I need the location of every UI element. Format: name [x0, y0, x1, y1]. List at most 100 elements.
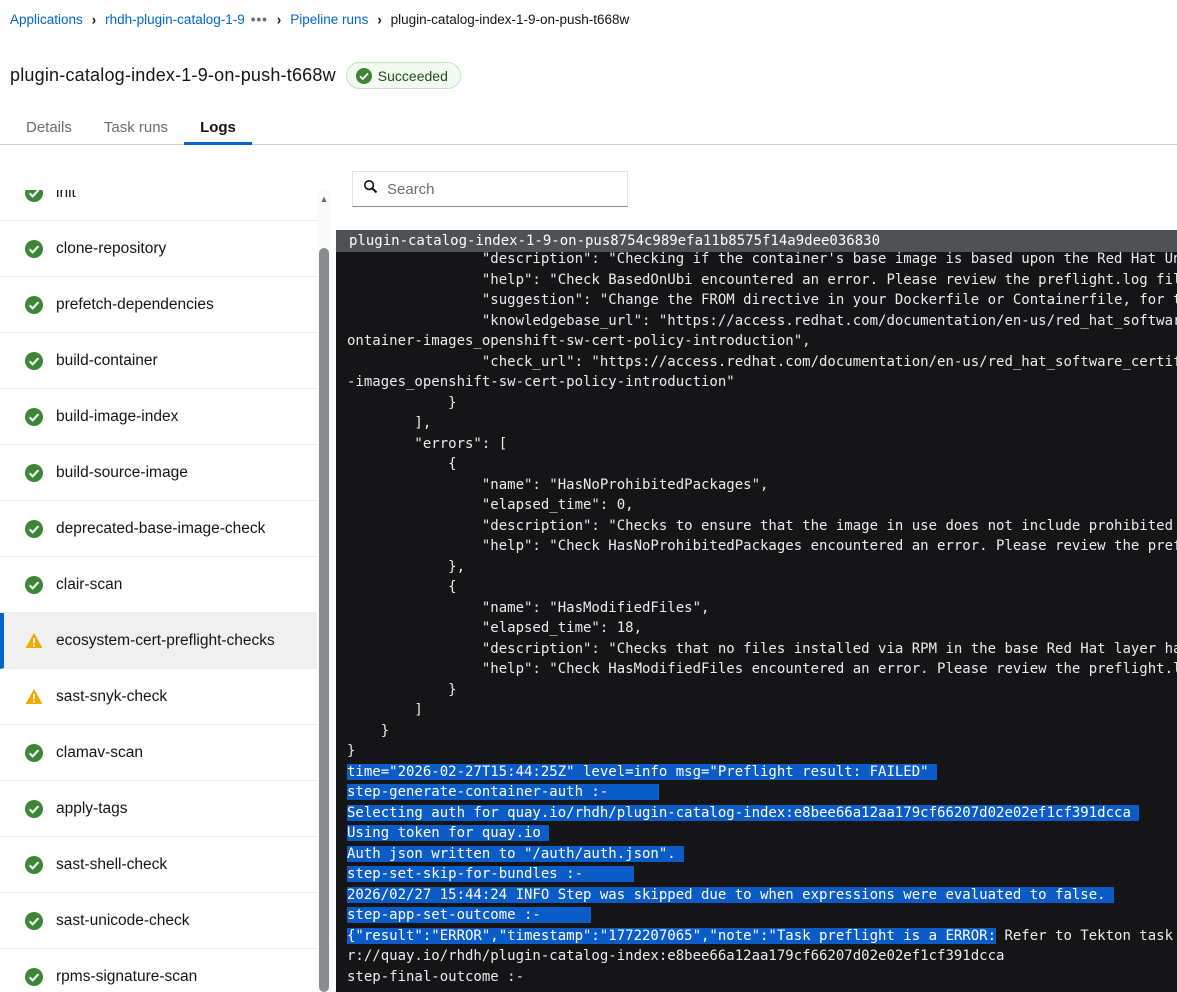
task-item-deprecated-base-image-check[interactable]: deprecated-base-image-check	[0, 501, 318, 557]
breadcrumb-item[interactable]: Applications	[10, 12, 83, 27]
log-line: {	[347, 456, 457, 472]
task-item-rpms-signature-scan[interactable]: rpms-signature-scan	[0, 949, 318, 992]
breadcrumb-separator-icon: ›	[377, 10, 382, 29]
breadcrumb-separator-icon: ›	[91, 10, 97, 29]
log-line: -images_openshift-sw-cert-policy-introdu…	[347, 374, 735, 390]
success-icon	[25, 351, 43, 370]
log-line: }	[347, 394, 457, 411]
log-line: "elapsed_time": 18,	[347, 620, 643, 636]
task-label: clamav-scan	[56, 743, 143, 761]
task-item-prefetch-dependencies[interactable]: prefetch-dependencies	[0, 277, 318, 333]
log-line: "help": "Check HasModifiedFiles encounte…	[481, 661, 1177, 677]
task-label: deprecated-base-image-check	[56, 519, 266, 537]
log-pod-header: plugin-catalog-index-1-9-on-pus8754c989e…	[336, 230, 1177, 252]
task-label: clone-repository	[56, 239, 167, 257]
success-icon	[25, 407, 43, 426]
task-item-sast-snyk-check[interactable]: sast-snyk-check	[0, 669, 318, 725]
breadcrumb-item: plugin-catalog-index-1-9-on-push-t668w	[390, 12, 630, 27]
breadcrumb-separator-icon: ›	[276, 10, 282, 29]
log-viewer: "description": "Checking if the containe…	[336, 252, 1177, 992]
success-icon	[25, 743, 43, 762]
log-line: "description": "Checking if the containe…	[481, 252, 1177, 267]
task-label: clair-scan	[56, 575, 123, 593]
log-line: ]	[347, 702, 423, 718]
logs-pane: plugin-catalog-index-1-9-on-pus8754c989e…	[336, 165, 1177, 992]
task-label: sast-shell-check	[56, 855, 168, 873]
status-badge-label: Succeeded	[377, 67, 448, 84]
status-badge: Succeeded	[345, 62, 461, 89]
task-label: build-source-image	[56, 463, 188, 481]
log-line: step-app-set-outcome :-	[347, 907, 592, 923]
breadcrumb-item[interactable]: Pipeline runs	[290, 12, 368, 27]
log-line: Selecting auth for quay.io/rhdh/plugin-c…	[347, 804, 1140, 821]
success-icon	[25, 799, 43, 818]
log-line: 2026/02/27 15:44:24 INFO Step was skippe…	[347, 886, 1115, 903]
task-item-ecosystem-cert-preflight-checks[interactable]: ecosystem-cert-preflight-checks	[0, 613, 318, 669]
task-label: init	[56, 190, 76, 201]
breadcrumb-ellipsis[interactable]: •••	[251, 12, 268, 27]
log-line: Using token for quay.io	[347, 825, 550, 841]
log-line: step-generate-container-auth :-	[347, 784, 659, 800]
tab-task-runs[interactable]: Task runs	[88, 110, 184, 145]
success-icon	[25, 855, 43, 874]
tab-logs[interactable]: Logs	[184, 110, 252, 145]
page-header: plugin-catalog-index-1-9-on-push-t668w S…	[10, 62, 461, 89]
task-item-clone-repository[interactable]: clone-repository	[0, 221, 318, 277]
search-input[interactable]	[387, 180, 617, 198]
scroll-up-arrow-icon[interactable]: ▲	[317, 190, 331, 208]
breadcrumb: Applications › rhdh-plugin-catalog-1-9 ••• ›…	[10, 10, 630, 29]
log-line: step-final-outcome :-	[347, 968, 525, 985]
task-item-sast-unicode-check[interactable]: sast-unicode-check	[0, 893, 318, 949]
log-line: ontainer-images_openshift-sw-cert-policy…	[347, 333, 811, 349]
log-line: "elapsed_time": 0,	[347, 497, 634, 513]
task-label: build-container	[56, 351, 158, 369]
search-icon	[363, 179, 378, 199]
task-item-clair-scan[interactable]: clair-scan	[0, 557, 318, 613]
log-line: }	[347, 743, 356, 759]
task-item-build-source-image[interactable]: build-source-image	[0, 445, 318, 501]
tab-bar: Details Task runs Logs	[0, 110, 1177, 145]
success-icon	[25, 190, 43, 202]
task-item-sast-shell-check[interactable]: sast-shell-check	[0, 837, 318, 893]
log-line: "name": "HasNoProhibitedPackages",	[347, 476, 769, 493]
success-icon	[25, 967, 43, 986]
task-label: ecosystem-cert-preflight-checks	[56, 631, 275, 649]
success-icon	[25, 239, 43, 258]
log-line: time="2026-02-27T15:44:25Z" level=info m…	[347, 763, 938, 780]
success-icon	[25, 519, 43, 538]
log-line: r://quay.io/rhdh/plugin-catalog-index:e8…	[347, 948, 1005, 964]
log-line: {	[347, 579, 457, 595]
task-item-build-container[interactable]: build-container	[0, 333, 318, 389]
log-line: "check_url": "https://access.redhat.com/…	[481, 353, 1177, 370]
log-line: Auth json written to "/auth/auth.json".	[347, 845, 685, 862]
page-title: plugin-catalog-index-1-9-on-push-t668w	[10, 65, 336, 85]
log-line: "help": "Check HasNoProhibitedPackages e…	[481, 538, 1177, 554]
warning-icon	[25, 632, 43, 650]
task-item-clamav-scan[interactable]: clamav-scan	[0, 725, 318, 781]
log-line: step-set-skip-for-bundles :-	[347, 866, 634, 882]
breadcrumb-item[interactable]: rhdh-plugin-catalog-1-9	[105, 12, 245, 27]
scrollbar-thumb[interactable]	[319, 248, 329, 992]
success-icon	[25, 911, 43, 930]
task-item-build-image-index[interactable]: build-image-index	[0, 389, 318, 445]
log-line: "name": "HasModifiedFiles",	[347, 599, 710, 616]
task-list: init clone-repository prefetch-dependencie…	[0, 190, 318, 992]
task-label: build-image-index	[56, 407, 179, 425]
tab-details[interactable]: Details	[10, 110, 88, 145]
task-list-scrollbar[interactable]: ▲	[317, 190, 331, 992]
success-icon	[25, 463, 43, 482]
warning-icon	[25, 688, 43, 706]
log-line: "errors": [	[347, 435, 508, 452]
log-line: "description": "Checks to ensure that th…	[347, 517, 1177, 534]
success-check-icon	[355, 67, 372, 84]
task-item-apply-tags[interactable]: apply-tags	[0, 781, 318, 837]
success-icon	[25, 295, 43, 314]
log-line: {"result":"ERROR","timestamp":"177220706…	[347, 927, 1174, 944]
task-item-init[interactable]: init	[0, 190, 318, 221]
task-label: prefetch-dependencies	[56, 295, 214, 313]
task-label: apply-tags	[56, 799, 128, 817]
task-label: rpms-signature-scan	[56, 967, 198, 985]
log-line: }	[347, 722, 390, 739]
log-line: "suggestion": "Change the FROM directive…	[481, 292, 1177, 308]
log-search-box	[352, 171, 628, 207]
